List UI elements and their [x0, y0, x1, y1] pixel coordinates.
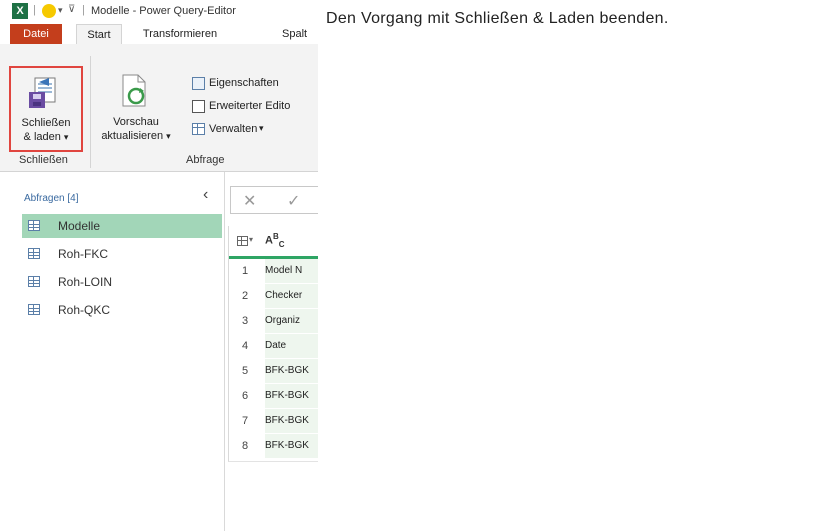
row-number: 8 [241, 440, 249, 452]
tab-spalte[interactable]: Spalt [282, 24, 318, 44]
queries-pane: Abfragen [4] ‹ Modelle Roh-FKC Roh-LOIN … [0, 172, 225, 531]
ribbon-tabs: Datei Start Transformieren Spalt [0, 24, 318, 44]
table-icon [28, 248, 40, 259]
chevron-down-icon: ▾ [259, 123, 264, 133]
cell[interactable]: Date [265, 334, 318, 358]
table-row[interactable]: 1 Model N [229, 259, 318, 283]
group-divider [90, 56, 91, 168]
table-icon [28, 304, 40, 315]
cell[interactable]: Model N [265, 259, 318, 283]
smiley-icon[interactable] [42, 4, 56, 18]
table-row[interactable]: 5 BFK-BGK [229, 359, 318, 383]
power-query-editor-screenshot: X | ▾ ⊽ | Modelle - Power Query-Editor D… [0, 0, 318, 531]
close-and-load-label-1: Schließen [21, 117, 71, 129]
chevron-down-icon[interactable]: ▾ [249, 235, 253, 244]
ribbon: Schließen & laden ▾ Schließen Vorschau a… [0, 44, 318, 172]
cell[interactable]: BFK-BGK [265, 409, 318, 433]
table-menu-icon[interactable] [237, 236, 248, 246]
grid-header-row: ▾ ABC [229, 226, 318, 259]
cell[interactable]: Checker [265, 284, 318, 308]
table-row[interactable]: 3 Organiz [229, 309, 318, 333]
titlebar-separator-1: | [33, 4, 36, 16]
refresh-preview-label-1: Vorschau [113, 116, 159, 128]
query-item-roh-qkc[interactable]: Roh-QKC [22, 298, 222, 322]
collapse-pane-icon[interactable]: ‹ [203, 186, 208, 204]
close-and-load-button[interactable]: Schließen & laden ▾ [9, 66, 83, 152]
grid-rows: 1 Model N 2 Checker 3 Organiz 4 Date 5 B… [229, 259, 318, 459]
chevron-down-icon: ▾ [63, 132, 69, 142]
row-number: 4 [241, 340, 249, 352]
refresh-preview-button[interactable]: Vorschau aktualisieren ▾ [94, 72, 178, 144]
excel-icon[interactable]: X [12, 3, 28, 19]
titlebar-separator-2: | [82, 4, 85, 16]
properties-icon [192, 77, 205, 90]
column-type-icon[interactable]: ABC [265, 232, 285, 249]
table-icon [28, 220, 40, 231]
query-item-roh-fkc[interactable]: Roh-FKC [22, 242, 222, 266]
table-icon [28, 276, 40, 287]
cancel-formula-icon[interactable]: ✕ [243, 191, 256, 211]
table-row[interactable]: 8 BFK-BGK [229, 434, 318, 458]
table-row[interactable]: 6 BFK-BGK [229, 384, 318, 408]
window-title: Modelle - Power Query-Editor [91, 5, 236, 17]
cell[interactable]: BFK-BGK [265, 384, 318, 408]
query-item-roh-loin[interactable]: Roh-LOIN [22, 270, 222, 294]
row-number: 6 [241, 390, 249, 402]
customize-toolbar-icon[interactable]: ⊽ [68, 4, 75, 15]
instruction-text: Den Vorgang mit Schließen & Laden beende… [326, 10, 669, 27]
refresh-preview-label-2: aktualisieren ▾ [101, 130, 171, 142]
row-number: 2 [241, 290, 249, 302]
close-and-load-icon [29, 77, 56, 108]
row-number: 3 [241, 315, 249, 327]
cell[interactable]: Organiz [265, 309, 318, 333]
table-row[interactable]: 4 Date [229, 334, 318, 358]
row-number: 1 [241, 265, 249, 277]
refresh-preview-icon [122, 74, 146, 107]
row-number: 5 [241, 365, 249, 377]
quick-access-dropdown-icon[interactable]: ▾ [58, 5, 63, 16]
cell[interactable]: BFK-BGK [265, 359, 318, 383]
confirm-formula-icon[interactable]: ✓ [287, 191, 300, 211]
query-item-modelle[interactable]: Modelle [22, 214, 222, 238]
group-label-abfrage: Abfrage [186, 154, 225, 166]
data-grid: ▾ ABC 1 Model N 2 Checker 3 Organiz 4 Da… [228, 226, 318, 462]
close-and-load-label-2: & laden ▾ [23, 131, 69, 143]
advanced-editor-icon [192, 100, 205, 113]
tab-datei[interactable]: Datei [10, 24, 62, 44]
formula-bar: ✕ ✓ [230, 186, 318, 214]
tab-start[interactable]: Start [76, 24, 122, 44]
tab-transformieren[interactable]: Transformieren [132, 24, 228, 44]
table-row[interactable]: 2 Checker [229, 284, 318, 308]
row-number: 7 [241, 415, 249, 427]
title-bar: X | ▾ ⊽ | Modelle - Power Query-Editor [0, 0, 318, 24]
cell[interactable]: BFK-BGK [265, 434, 318, 458]
chevron-down-icon: ▾ [166, 131, 171, 141]
table-row[interactable]: 7 BFK-BGK [229, 409, 318, 433]
queries-header: Abfragen [4] [24, 193, 79, 204]
table-icon [192, 123, 205, 135]
group-label-schliessen: Schließen [19, 154, 68, 166]
